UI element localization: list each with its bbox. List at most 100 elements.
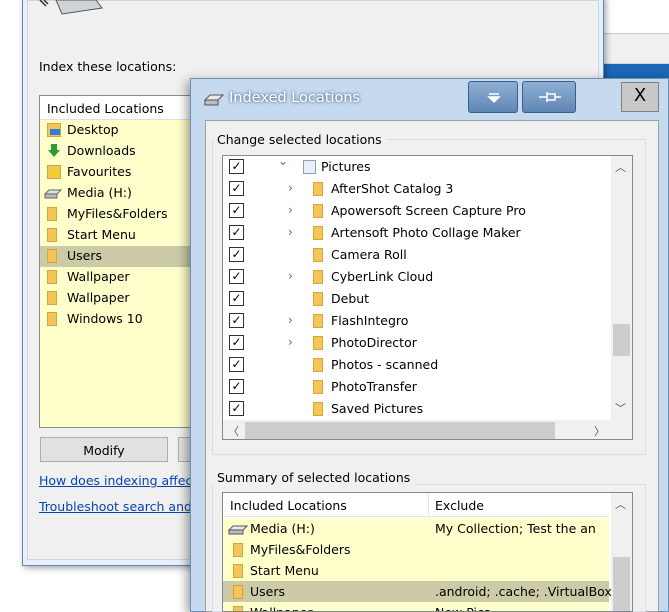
summary-row[interactable]: Wallpaper New Pics [223,602,609,611]
include-checkbox[interactable]: ✓ [229,313,244,328]
folder-icon [313,270,323,284]
list-item-wallpaper[interactable]: Wallpaper [40,267,198,288]
indexing-help-link[interactable]: How does indexing affect s [39,473,191,488]
summary-row[interactable]: Media (H:) My Collection; Test the an [223,518,609,539]
list-item-users[interactable]: Users [40,246,198,267]
tree-row[interactable]: ✓ › Apowersoft Screen Capture Pro [223,200,613,222]
pin-button[interactable] [522,81,576,113]
list-item-downloads[interactable]: Downloads [40,141,198,162]
folder-icon [47,228,57,242]
chevron-right-icon[interactable]: › [288,313,293,327]
include-checkbox[interactable]: ✓ [229,335,244,350]
included-locations-list[interactable]: Included Locations Desktop Downloads Fav… [39,95,199,428]
list-item-media[interactable]: Media (H:) [40,183,198,204]
tree-row-label: FlashIntegro [331,313,409,328]
header-included[interactable]: Included Locations [230,498,347,513]
scroll-thumb[interactable] [613,324,630,356]
folder-tree[interactable]: ✓ ⌄ Pictures ✓ › AfterShot Catalog 3 ✓ › Apowers… [222,155,633,440]
tree-row-label: Apowersoft Screen Capture Pro [331,203,526,218]
summary-location: Users [250,584,286,599]
summary-exclude: .android; .cache; .VirtualBox; . [435,584,624,599]
scroll-left-icon[interactable]: 〈 [228,423,239,439]
summary-title: Summary of selected locations [213,470,415,485]
tree-horizontal-scrollbar[interactable]: 〈 〉 [223,420,632,439]
list-item-myfiles[interactable]: MyFiles&Folders [40,204,198,225]
horizontal-scroll-thumb[interactable] [245,422,555,439]
chevron-right-icon[interactable]: › [288,203,293,217]
chevron-right-icon[interactable]: › [288,181,293,195]
include-checkbox[interactable]: ✓ [229,181,244,196]
header-exclude[interactable]: Exclude [435,498,484,513]
tree-row[interactable]: ✓ › AfterShot Catalog 3 [223,178,613,200]
list-item-desktop[interactable]: Desktop [40,120,198,141]
scroll-down-icon[interactable]: ﹀ [615,400,626,416]
tree-row[interactable]: ✓ ⌄ Pictures [223,156,613,178]
close-button[interactable]: X [621,82,659,112]
include-checkbox[interactable]: ✓ [229,291,244,306]
scroll-right-icon[interactable]: 〉 [594,423,605,439]
include-checkbox[interactable]: ✓ [229,225,244,240]
summary-row[interactable]: Users .android; .cache; .VirtualBox; . [223,581,624,602]
tree-vertical-scrollbar[interactable]: ︿ ﹀ [611,156,632,420]
include-checkbox[interactable]: ✓ [229,247,244,262]
favourites-icon [47,165,61,179]
tree-row-label: Artensoft Photo Collage Maker [331,225,521,240]
tree-row[interactable]: ✓ Camera Roll [223,244,613,266]
include-checkbox[interactable]: ✓ [229,159,244,174]
summary-row[interactable]: MyFiles&Folders [223,539,609,560]
chevron-right-icon[interactable]: › [288,269,293,283]
tree-row[interactable]: ✓ Saved Pictures [223,398,613,420]
tree-row-label: CyberLink Cloud [331,269,434,284]
downloads-icon [48,144,60,157]
include-checkbox[interactable]: ✓ [229,203,244,218]
indexing-drive-icon [39,0,103,15]
include-checkbox[interactable]: ✓ [229,357,244,372]
chevron-down-icon[interactable]: ⌄ [278,156,288,168]
folder-icon [233,564,243,578]
summary-location: Wallpaper [250,605,313,611]
summary-exclude: New Pics [435,605,490,611]
folder-icon [313,292,323,306]
tree-row[interactable]: ✓ › CyberLink Cloud [223,266,613,288]
tree-row-label: PhotoDirector [331,335,417,350]
tree-row[interactable]: ✓ › Artensoft Photo Collage Maker [223,222,613,244]
folder-icon [233,543,243,557]
tree-row[interactable]: ✓ Debut [223,288,613,310]
scroll-thumb[interactable] [613,557,630,611]
folder-icon [313,314,323,328]
summary-table[interactable]: Included Locations Exclude Media (H:) My … [222,492,633,612]
modify-button[interactable]: Modify [40,437,168,462]
summary-row[interactable]: Start Menu [223,560,609,581]
folder-icon [313,336,323,350]
folder-icon [313,358,323,372]
scroll-up-icon[interactable]: ︿ [615,159,626,175]
tree-row[interactable]: ✓ PhotoTransfer [223,376,613,398]
folder-icon [313,402,323,416]
minimize-button[interactable] [468,81,518,113]
drive-icon [228,525,248,535]
folder-icon [47,312,57,326]
include-checkbox[interactable]: ✓ [229,401,244,416]
drive-icon [204,94,224,106]
index-locations-label: Index these locations: [39,59,177,74]
troubleshoot-link[interactable]: Troubleshoot search and in [39,499,191,514]
include-checkbox[interactable]: ✓ [229,379,244,394]
tree-row[interactable]: ✓ Photos - scanned [223,354,613,376]
tree-row[interactable]: ✓ › FlashIntegro [223,310,613,332]
collapse-icon [487,93,501,104]
scroll-up-icon[interactable]: ︿ [615,496,626,512]
list-item-start-menu[interactable]: Start Menu [40,225,198,246]
chevron-right-icon[interactable]: › [288,225,293,239]
tree-row-label: AfterShot Catalog 3 [331,181,454,196]
tree-row[interactable]: ✓ › PhotoDirector [223,332,613,354]
background-toolbar [600,34,669,64]
list-item-windows10[interactable]: Windows 10 [40,309,198,330]
summary-location: Start Menu [250,563,319,578]
include-checkbox[interactable]: ✓ [229,269,244,284]
summary-scrollbar[interactable]: ︿ [611,493,632,611]
list-item-favourites[interactable]: Favourites [40,162,198,183]
chevron-right-icon[interactable]: › [288,335,293,349]
folder-icon [313,182,323,196]
drive-icon [44,189,62,199]
list-item-wallpaper-2[interactable]: Wallpaper [40,288,198,309]
